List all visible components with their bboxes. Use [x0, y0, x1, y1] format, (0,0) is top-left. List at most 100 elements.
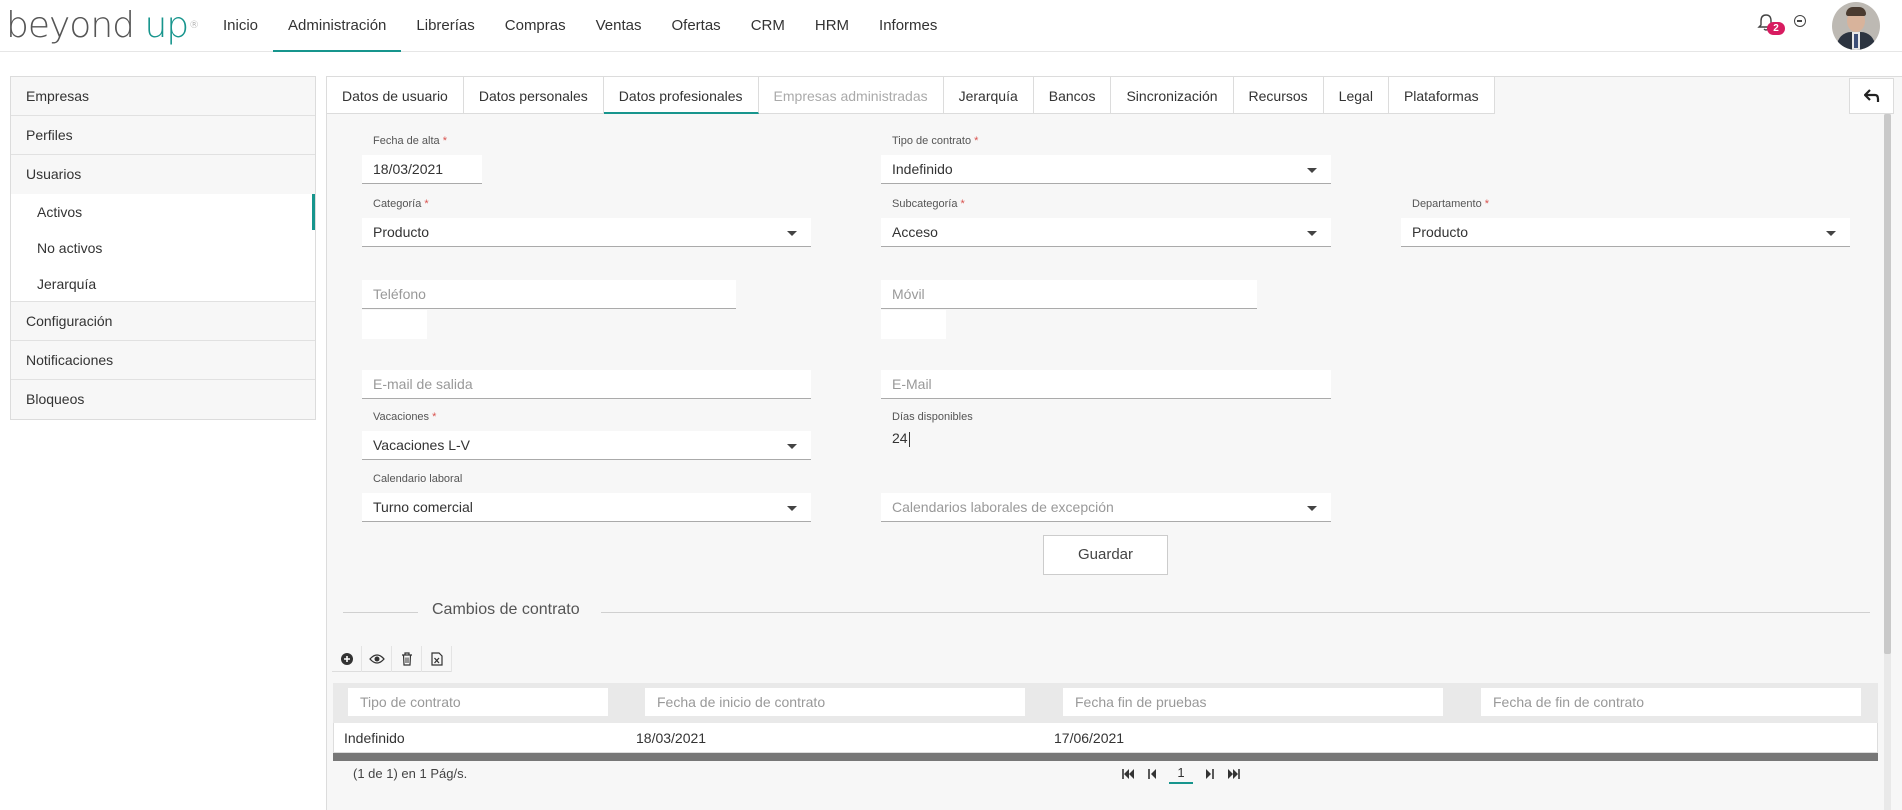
fecha-alta-field[interactable]: 18/03/2021 [362, 155, 482, 184]
sidebar-subitem-activos[interactable]: Activos [11, 194, 315, 230]
movil-input[interactable]: Móvil [881, 280, 1257, 309]
cell-inicio: 18/03/2021 [636, 730, 707, 746]
chevron-down-icon [1307, 506, 1317, 511]
contract-changes-grid: Indefinido 18/03/2021 17/06/2021 [333, 683, 1878, 761]
tab-bar: Datos de usuario Datos personales Datos … [326, 76, 1495, 114]
nav-ofertas[interactable]: Ofertas [657, 0, 736, 52]
plus-circle-icon[interactable] [332, 646, 362, 672]
vacaciones-label: Vacaciones * [373, 411, 437, 423]
fecha-alta-label: Fecha de alta * [373, 135, 447, 147]
email-input[interactable]: E-Mail [881, 370, 1331, 399]
logo-registered-mark: ® [189, 20, 199, 31]
tab-empresas-administradas: Empresas administradas [758, 76, 944, 114]
cell-fin-pruebas: 17/06/2021 [1054, 730, 1125, 746]
tab-datos-personales[interactable]: Datos personales [463, 76, 604, 114]
sidebar-item-notificaciones[interactable]: Notificaciones [11, 341, 315, 380]
tab-jerarquia[interactable]: Jerarquía [943, 76, 1034, 114]
sidebar-usuarios-submenu: Activos No activos Jerarquía [11, 194, 315, 302]
nav-crm[interactable]: CRM [736, 0, 800, 52]
tipo-contrato-select[interactable]: Indefinido [881, 155, 1331, 184]
tipo-contrato-label: Tipo de contrato * [892, 135, 979, 147]
chevron-down-icon [1307, 168, 1317, 173]
dias-disponibles-input[interactable]: 24 [881, 424, 1081, 453]
logo-text-up: up [144, 5, 189, 46]
sidebar-subitem-no-activos[interactable]: No activos [11, 230, 315, 266]
filter-fecha-fin-contrato[interactable] [1481, 688, 1861, 716]
back-button[interactable] [1849, 78, 1894, 114]
tab-sincronizacion[interactable]: Sincronización [1111, 76, 1234, 114]
filter-tipo-contrato[interactable] [348, 688, 608, 716]
chevron-down-icon [787, 506, 797, 511]
pager-info: (1 de 1) en 1 Pág/s. [353, 766, 468, 781]
chevron-down-icon [787, 231, 797, 236]
telefono-extra-box[interactable] [362, 310, 427, 339]
tab-bancos[interactable]: Bancos [1033, 76, 1112, 114]
departamento-select[interactable]: Producto [1401, 218, 1850, 247]
sidebar-subitem-jerarquia[interactable]: Jerarquía [11, 266, 315, 302]
tab-datos-usuario[interactable]: Datos de usuario [326, 76, 464, 114]
brand-logo[interactable]: beyond up® [6, 5, 199, 46]
sidebar: Empresas Perfiles Usuarios Activos No ac… [10, 76, 316, 420]
cell-tipo: Indefinido [344, 730, 405, 746]
subcategoria-label: Subcategoría * [892, 198, 965, 210]
vacaciones-select[interactable]: Vacaciones L-V [362, 431, 811, 460]
excel-icon[interactable] [422, 646, 452, 672]
sidebar-item-configuracion[interactable]: Configuración [11, 302, 315, 341]
nav-librerias[interactable]: Librerías [401, 0, 489, 52]
departamento-label: Departamento * [1412, 198, 1490, 210]
prev-page-icon[interactable] [1141, 764, 1165, 784]
calendario-laboral-label: Calendario laboral [373, 473, 463, 485]
grid-filter-row [333, 683, 1878, 723]
eye-icon[interactable] [362, 646, 392, 672]
nav-administracion[interactable]: Administración [273, 0, 402, 52]
logo-text-beyond: beyond [6, 5, 135, 46]
nav-inicio[interactable]: Inicio [208, 0, 273, 52]
section-divider-left [343, 612, 418, 613]
sidebar-item-usuarios[interactable]: Usuarios [11, 155, 315, 194]
nav-informes[interactable]: Informes [864, 0, 952, 52]
next-page-icon[interactable] [1197, 764, 1221, 784]
save-button[interactable]: Guardar [1043, 535, 1168, 575]
calendario-laboral-select[interactable]: Turno comercial [362, 493, 811, 522]
nav-compras[interactable]: Compras [490, 0, 581, 52]
subcategoria-select[interactable]: Acceso [881, 218, 1331, 247]
notification-badge: 2 [1767, 22, 1785, 35]
sidebar-item-perfiles[interactable]: Perfiles [11, 116, 315, 155]
filter-fecha-inicio[interactable] [645, 688, 1025, 716]
grid-horizontal-scrollbar[interactable] [333, 753, 1878, 761]
chevron-down-icon [1307, 231, 1317, 236]
pagination: 1 [1117, 764, 1245, 784]
chevron-down-icon [1826, 231, 1836, 236]
page-number-current[interactable]: 1 [1169, 764, 1193, 784]
tab-datos-profesionales[interactable]: Datos profesionales [603, 76, 759, 114]
chevron-down-icon [787, 444, 797, 449]
dias-disponibles-label: Días disponibles [892, 411, 973, 423]
tab-recursos[interactable]: Recursos [1233, 76, 1324, 114]
calendarios-excepcion-select[interactable]: Calendarios laborales de excepción [881, 493, 1331, 522]
circle-minus-icon[interactable] [1794, 15, 1806, 27]
grid-toolbar [332, 646, 452, 672]
section-title: Cambios de contrato [432, 601, 580, 618]
top-bar: beyond up® Inicio Administración Librerí… [0, 0, 1902, 52]
vertical-scrollbar-thumb[interactable] [1884, 114, 1891, 654]
categoria-select[interactable]: Producto [362, 218, 811, 247]
main-nav: Inicio Administración Librerías Compras … [208, 0, 952, 52]
section-divider-right [601, 612, 1870, 613]
user-avatar[interactable] [1832, 2, 1880, 50]
trash-icon[interactable] [392, 646, 422, 672]
movil-extra-box[interactable] [881, 310, 946, 339]
last-page-icon[interactable] [1221, 764, 1245, 784]
categoria-label: Categoría * [373, 198, 429, 210]
nav-ventas[interactable]: Ventas [581, 0, 657, 52]
table-row[interactable]: Indefinido 18/03/2021 17/06/2021 [333, 723, 1878, 753]
tab-plataformas[interactable]: Plataformas [1388, 76, 1495, 114]
sidebar-item-empresas[interactable]: Empresas [11, 77, 315, 116]
telefono-input[interactable]: Teléfono [362, 280, 736, 309]
sidebar-item-bloqueos[interactable]: Bloqueos [11, 380, 315, 419]
nav-hrm[interactable]: HRM [800, 0, 864, 52]
filter-fecha-fin-pruebas[interactable] [1063, 688, 1443, 716]
first-page-icon[interactable] [1117, 764, 1141, 784]
email-salida-input[interactable]: E-mail de salida [362, 370, 811, 399]
back-arrow-icon [1864, 89, 1880, 102]
tab-legal[interactable]: Legal [1323, 76, 1389, 114]
